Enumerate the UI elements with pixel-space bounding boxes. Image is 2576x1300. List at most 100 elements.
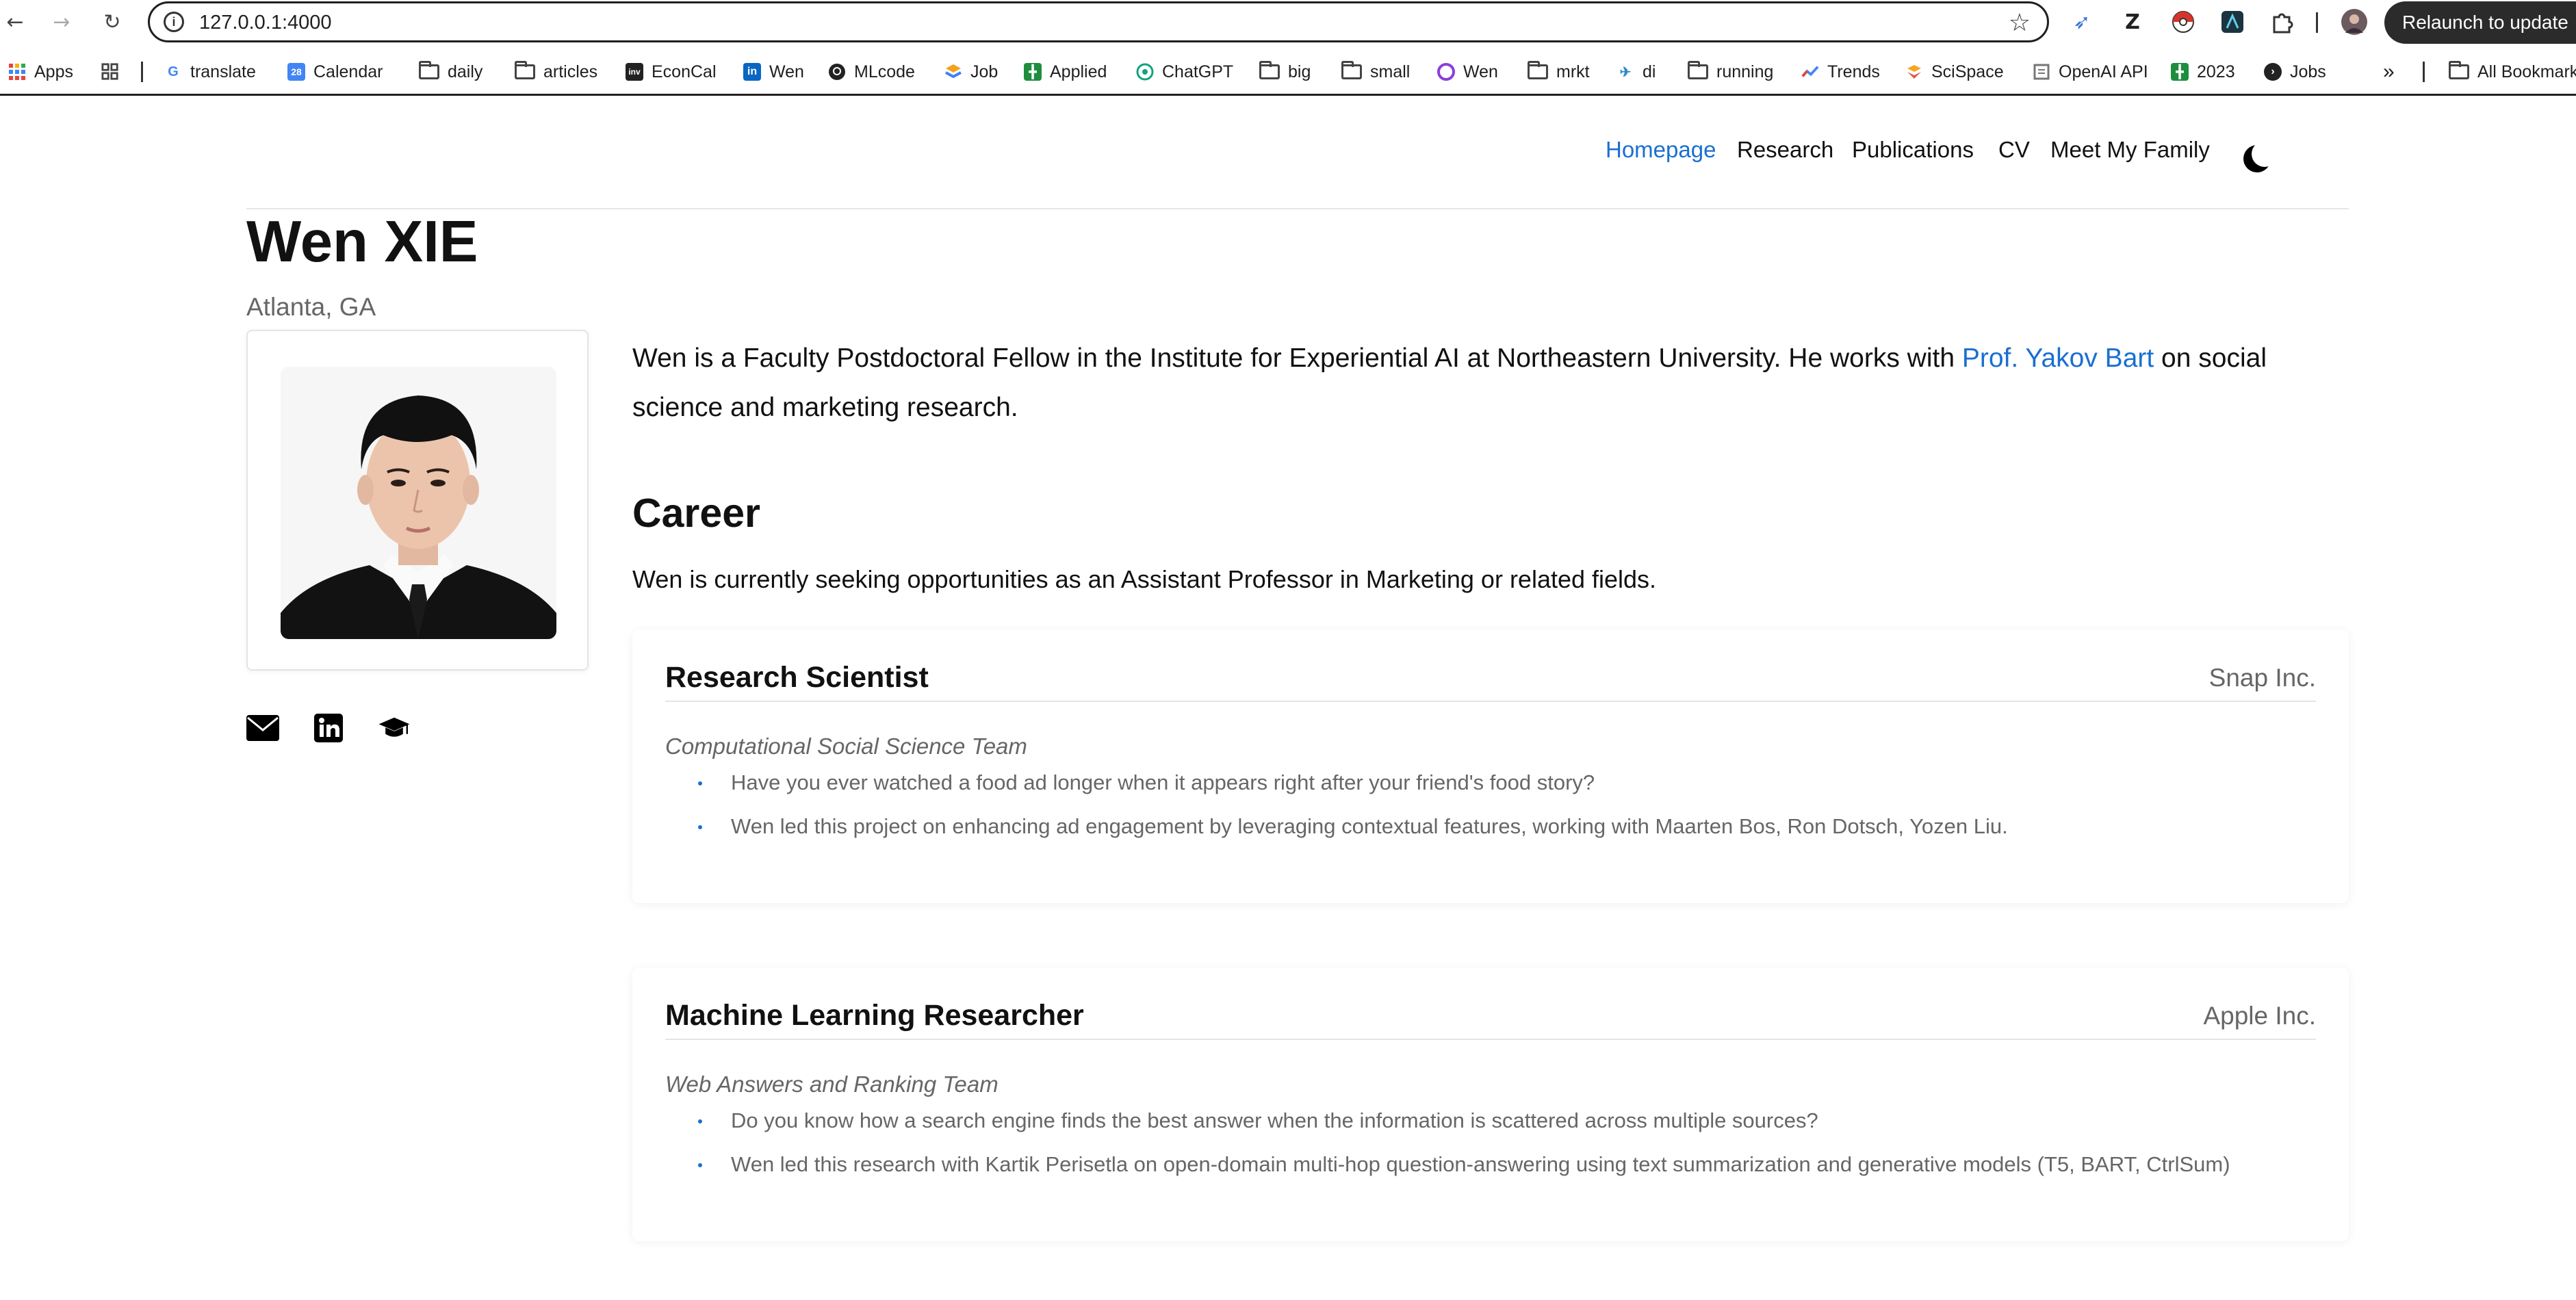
purple-app-icon [1437, 63, 1455, 81]
dark-mode-moon-icon[interactable] [2243, 141, 2278, 172]
folder-icon [419, 61, 439, 79]
bookmark-label: daily [448, 62, 483, 81]
bookmark-big[interactable]: big [1259, 60, 1311, 83]
bookmark-label: Jobs [2290, 62, 2326, 81]
bookmark-mrkt[interactable]: mrkt [1528, 60, 1590, 83]
job-bullets: Have you ever watched a food ad longer w… [698, 770, 2008, 858]
scispace-icon [1905, 63, 1923, 81]
bookmark-wen-linkedin[interactable]: in Wen [743, 60, 804, 83]
bookmark-separator [2423, 62, 2425, 82]
bookmark-label: Wen [769, 62, 804, 81]
bookmark-scispace[interactable]: SciSpace [1905, 60, 2004, 83]
bookmark-applied[interactable]: ╋ Applied [1024, 60, 1107, 83]
email-envelope-icon[interactable] [246, 712, 279, 744]
graduation-cap-icon[interactable] [378, 712, 411, 744]
bookmark-label: running [1716, 62, 1774, 81]
bookmark-separator [141, 62, 143, 82]
linkedin-icon[interactable] [312, 712, 345, 744]
bookmark-label: MLcode [854, 62, 915, 81]
sheets-icon: ╋ [2171, 63, 2189, 81]
bookmark-articles[interactable]: articles [515, 60, 597, 83]
bookmark-running[interactable]: running [1688, 60, 1773, 83]
nav-divider [246, 208, 2349, 209]
bookmark-mlcode[interactable]: MLcode [828, 60, 915, 83]
reader-extension-icon[interactable] [2217, 7, 2247, 37]
bookmark-label: All Bookmarks [2477, 62, 2576, 81]
calendar-icon: 28 [287, 63, 305, 81]
site-info-icon[interactable]: i [164, 12, 184, 32]
profile-photo-card [246, 330, 589, 671]
toolbar-divider [2316, 12, 2318, 33]
address-bar[interactable]: i 127.0.0.1:4000 ☆ [148, 1, 2049, 42]
job-bullets: Do you know how a search engine finds th… [698, 1108, 2230, 1196]
bookmark-label: Calendar [313, 62, 383, 81]
bookmark-di[interactable]: ✈ di [1617, 60, 1656, 83]
bookmark-calendar[interactable]: 28 Calendar [287, 60, 383, 83]
bookmark-label: Job [970, 62, 999, 81]
bookmark-trends[interactable]: Trends [1801, 60, 1880, 83]
google-icon: G [168, 64, 179, 79]
folder-icon [2449, 61, 2469, 79]
intro-section: Wen is a Faculty Postdoctoral Fellow in … [632, 334, 2349, 432]
profile-avatar-icon[interactable] [2339, 7, 2369, 37]
bookmark-label: EconCal [652, 62, 717, 81]
career-summary: Wen is currently seeking opportunities a… [632, 565, 1657, 593]
job-team: Web Answers and Ranking Team [665, 1071, 999, 1097]
bookmark-apps[interactable]: Apps [8, 60, 73, 83]
bookmark-label: small [1370, 62, 1411, 81]
rocket-extension-icon[interactable]: ➶ [2067, 7, 2097, 37]
job-icon [944, 63, 962, 81]
job-company: Snap Inc. [2208, 664, 2316, 692]
career-heading: Career [632, 491, 760, 536]
zotero-extension-icon[interactable]: Z [2117, 7, 2148, 37]
bookmark-label: mrkt [1556, 62, 1590, 81]
job-title: Machine Learning Researcher [665, 999, 1084, 1032]
bookmarks-overflow-chevron-icon[interactable]: » [2383, 60, 2395, 83]
address-url[interactable]: 127.0.0.1:4000 [199, 12, 332, 34]
intro-text: Wen is a Faculty Postdoctoral Fellow in … [632, 343, 1962, 373]
nav-meet-my-family[interactable]: Meet My Family [2050, 137, 2210, 163]
bookmark-small[interactable]: small [1341, 60, 1410, 83]
bookmark-jobs[interactable]: › Jobs [2264, 60, 2326, 83]
bookmark-2023[interactable]: ╋ 2023 [2171, 60, 2235, 83]
bookmark-label: Apps [34, 62, 73, 81]
bookmark-label: Wen [1463, 62, 1498, 81]
reload-icon[interactable]: ↻ [97, 7, 127, 37]
relaunch-button[interactable]: Relaunch to update [2384, 1, 2576, 44]
browser-toolbar: ← → ↻ i 127.0.0.1:4000 ☆ ➶ Z Relaunch to… [0, 0, 2576, 45]
apps-grid-icon [8, 63, 26, 81]
profile-photo [281, 367, 556, 639]
bookmark-label: ChatGPT [1162, 62, 1234, 81]
nav-research[interactable]: Research [1737, 137, 1833, 163]
forward-arrow-icon[interactable]: → [47, 7, 77, 37]
back-arrow-icon[interactable]: ← [0, 7, 30, 37]
job-card-snap: Research Scientist Snap Inc. Computation… [632, 629, 2349, 903]
job-header: Machine Learning Researcher Apple Inc. [665, 999, 2316, 1040]
pokeball-extension-icon[interactable] [2168, 7, 2198, 37]
bookmark-chatgpt[interactable]: ChatGPT [1136, 60, 1233, 83]
nav-cv[interactable]: CV [1998, 137, 2030, 163]
bookmark-label: SciSpace [1931, 62, 2004, 81]
chatgpt-icon [1136, 63, 1154, 81]
bookmark-star-icon[interactable]: ☆ [2009, 9, 2031, 37]
jobs-icon: › [2264, 63, 2282, 81]
bookmark-econcal[interactable]: inv EconCal [626, 60, 717, 83]
job-team: Computational Social Science Team [665, 733, 1027, 759]
list-item: Wen led this research with Kartik Perise… [698, 1152, 2230, 1196]
bookmark-label: Trends [1827, 62, 1880, 81]
bookmark-job[interactable]: Job [944, 60, 998, 83]
bookmark-openai-api[interactable]: OpenAI API [2033, 60, 2148, 83]
social-links [246, 712, 411, 744]
nav-homepage[interactable]: Homepage [1606, 137, 1716, 163]
openai-icon [2033, 63, 2050, 81]
job-company: Apple Inc. [2203, 1002, 2316, 1030]
bookmark-daily[interactable]: daily [419, 60, 482, 83]
advisor-link[interactable]: Prof. Yakov Bart [1962, 343, 2154, 373]
bookmark-translate[interactable]: G translate [164, 60, 256, 83]
nav-publications[interactable]: Publications [1852, 137, 1974, 163]
job-card-apple: Machine Learning Researcher Apple Inc. W… [632, 967, 2349, 1241]
bookmark-wen-app[interactable]: Wen [1437, 60, 1498, 83]
bookmark-tab-search[interactable] [101, 60, 119, 83]
extensions-puzzle-icon[interactable] [2267, 7, 2297, 37]
bookmark-all-bookmarks[interactable]: All Bookmarks [2449, 60, 2576, 83]
